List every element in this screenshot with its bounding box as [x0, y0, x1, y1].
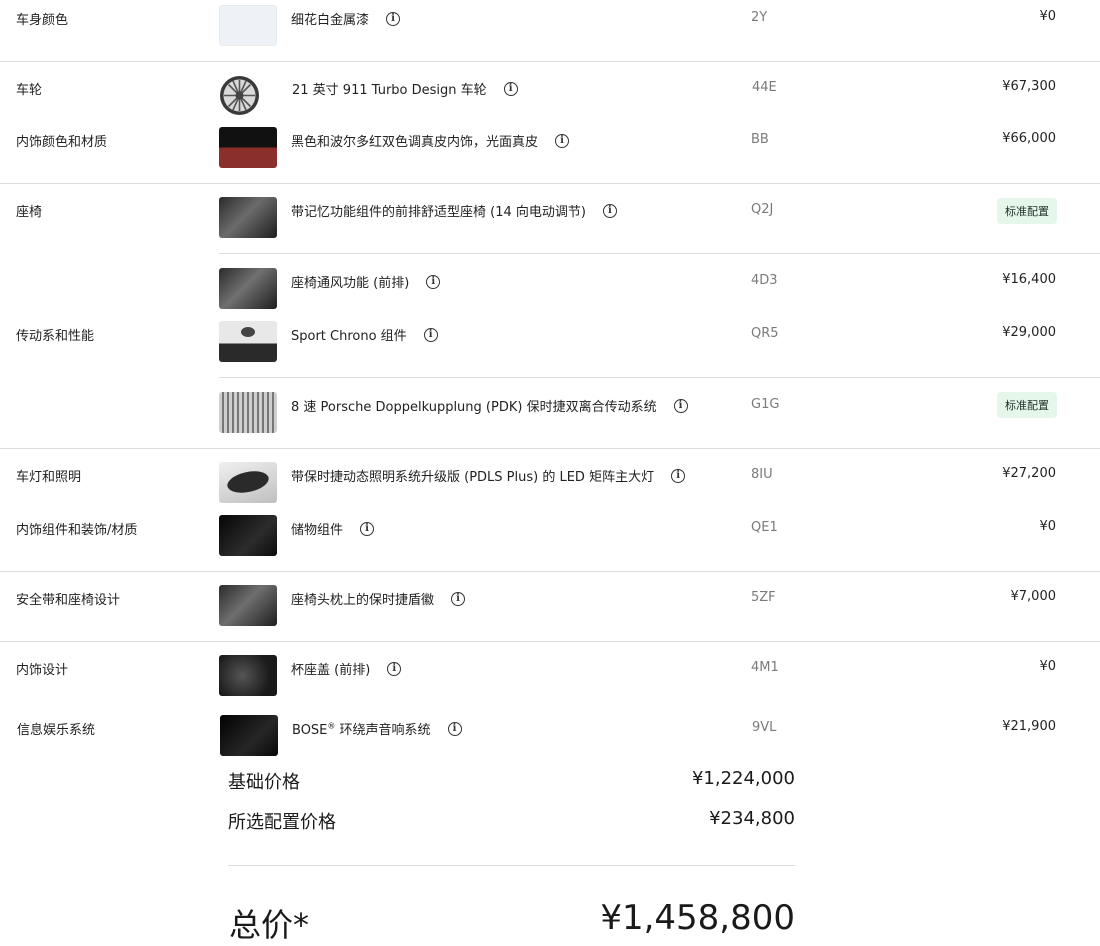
- base-price-label: 基础价格: [228, 772, 300, 793]
- seat-thumbnail: [219, 197, 277, 238]
- info-icon[interactable]: i: [426, 274, 441, 289]
- category-body-color: 车身颜色: [16, 13, 69, 28]
- option-code: 5ZF: [751, 590, 776, 605]
- option-code: 4M1: [751, 660, 779, 675]
- category-infotainment: 信息娱乐系统: [17, 723, 96, 738]
- option-name: Sport Chrono 组件: [291, 329, 407, 344]
- summary-divider: [228, 865, 795, 866]
- option-row-q2j: 带记忆功能组件的前排舒适型座椅 (14 向电动调节) i: [291, 201, 617, 220]
- divider: [0, 641, 1100, 642]
- option-row-qe1: 储物组件 i: [291, 519, 375, 538]
- option-name: 细花白金属漆: [291, 13, 370, 28]
- seat-ventilation-thumbnail: [219, 268, 277, 309]
- info-icon[interactable]: i: [360, 521, 375, 536]
- option-name: 杯座盖 (前排): [291, 663, 371, 678]
- option-code: G1G: [751, 397, 780, 412]
- option-code: 2Y: [751, 10, 768, 25]
- option-row-4d3: 座椅通风功能 (前排) i: [291, 272, 441, 291]
- option-name: 带记忆功能组件的前排舒适型座椅 (14 向电动调节): [291, 205, 586, 220]
- option-code: 9VL: [752, 720, 777, 735]
- swatch-black-bordeaux: [219, 127, 277, 168]
- standard-badge: 标准配置: [997, 392, 1057, 418]
- storage-thumbnail: [219, 515, 277, 556]
- option-name: 储物组件: [291, 523, 344, 538]
- option-row-4m1: 杯座盖 (前排) i: [291, 659, 402, 678]
- category-interior-design: 内饰设计: [16, 663, 69, 678]
- option-row-44e: 21 英寸 911 Turbo Design 车轮 i: [292, 79, 518, 98]
- headrest-crest-thumbnail: [219, 585, 277, 626]
- options-price-value: ¥234,800: [709, 808, 795, 829]
- option-row-2y: 细花白金属漆 i: [291, 9, 401, 28]
- info-icon[interactable]: i: [447, 721, 462, 736]
- divider: [0, 571, 1100, 572]
- category-interior-trim: 内饰组件和装饰/材质: [16, 523, 138, 538]
- info-icon[interactable]: i: [673, 398, 688, 413]
- cupholder-thumbnail: [219, 655, 277, 696]
- total-price-label: 总价*: [229, 906, 310, 944]
- headlight-thumbnail: [219, 462, 277, 503]
- option-name: 带保时捷动态照明系统升级版 (PDLS Plus) 的 LED 矩阵主大灯: [291, 470, 655, 485]
- option-price: ¥0: [1039, 519, 1056, 534]
- wheel-thumbnail: [219, 75, 260, 116]
- category-wheels: 车轮: [16, 83, 43, 98]
- info-icon[interactable]: i: [503, 81, 518, 96]
- option-price: ¥66,000: [1002, 131, 1056, 146]
- option-name: 座椅通风功能 (前排): [291, 276, 410, 291]
- option-price: ¥21,900: [1002, 719, 1056, 734]
- divider: [219, 253, 1100, 254]
- option-row-qr5: Sport Chrono 组件 i: [291, 325, 438, 344]
- standard-badge: 标准配置: [997, 198, 1057, 224]
- divider: [0, 61, 1100, 62]
- option-row-5zf: 座椅头枕上的保时捷盾徽 i: [291, 589, 466, 608]
- info-icon[interactable]: i: [423, 327, 438, 342]
- option-name: 8 速 Porsche Doppelkupplung (PDK) 保时捷双离合传…: [291, 400, 657, 415]
- swatch-white-metallic: [219, 5, 277, 46]
- option-code: Q2J: [751, 202, 774, 217]
- divider: [219, 377, 1100, 378]
- option-name: 21 英寸 911 Turbo Design 车轮: [292, 83, 487, 98]
- info-icon[interactable]: i: [671, 468, 686, 483]
- option-row-8iu: 带保时捷动态照明系统升级版 (PDLS Plus) 的 LED 矩阵主大灯 i: [291, 466, 686, 485]
- category-seats: 座椅: [16, 205, 43, 220]
- option-name: 黑色和波尔多红双色调真皮内饰，光面真皮: [291, 135, 539, 150]
- option-row-bb: 黑色和波尔多红双色调真皮内饰，光面真皮 i: [291, 131, 570, 150]
- option-code: 8IU: [751, 467, 773, 482]
- option-price: ¥0: [1039, 9, 1056, 24]
- option-price: ¥67,300: [1002, 79, 1056, 94]
- info-icon[interactable]: i: [386, 11, 401, 26]
- divider: [0, 448, 1100, 449]
- total-price-value: ¥1,458,800: [600, 898, 795, 938]
- option-code: BB: [751, 132, 769, 147]
- option-price: ¥29,000: [1002, 325, 1056, 340]
- options-price-label: 所选配置价格: [228, 812, 336, 833]
- sport-chrono-thumbnail: [219, 321, 277, 362]
- bose-thumbnail: [220, 715, 278, 756]
- option-code: 4D3: [751, 273, 778, 288]
- category-interior-color: 内饰颜色和材质: [16, 135, 108, 150]
- option-price: ¥27,200: [1002, 466, 1056, 481]
- option-price: ¥16,400: [1002, 272, 1056, 287]
- info-icon[interactable]: i: [602, 203, 617, 218]
- option-name: 座椅头枕上的保时捷盾徽: [291, 593, 435, 608]
- option-code: QR5: [751, 326, 779, 341]
- option-price: ¥7,000: [1010, 589, 1057, 604]
- category-drivetrain: 传动系和性能: [16, 329, 95, 344]
- info-icon[interactable]: i: [555, 133, 570, 148]
- info-icon[interactable]: i: [387, 661, 402, 676]
- info-icon[interactable]: i: [451, 591, 466, 606]
- category-seatbelt-design: 安全带和座椅设计: [16, 593, 121, 608]
- divider: [0, 183, 1100, 184]
- option-row-9vl: BOSE® 环绕声音响系统 i: [292, 719, 462, 738]
- category-lighting: 车灯和照明: [16, 470, 82, 485]
- option-code: QE1: [751, 520, 778, 535]
- option-name: BOSE® 环绕声音响系统: [292, 721, 431, 738]
- option-price: ¥0: [1039, 659, 1056, 674]
- base-price-value: ¥1,224,000: [691, 768, 795, 789]
- option-code: 44E: [752, 80, 777, 95]
- option-row-g1g: 8 速 Porsche Doppelkupplung (PDK) 保时捷双离合传…: [291, 396, 688, 415]
- pdk-transmission-thumbnail: [219, 392, 277, 433]
